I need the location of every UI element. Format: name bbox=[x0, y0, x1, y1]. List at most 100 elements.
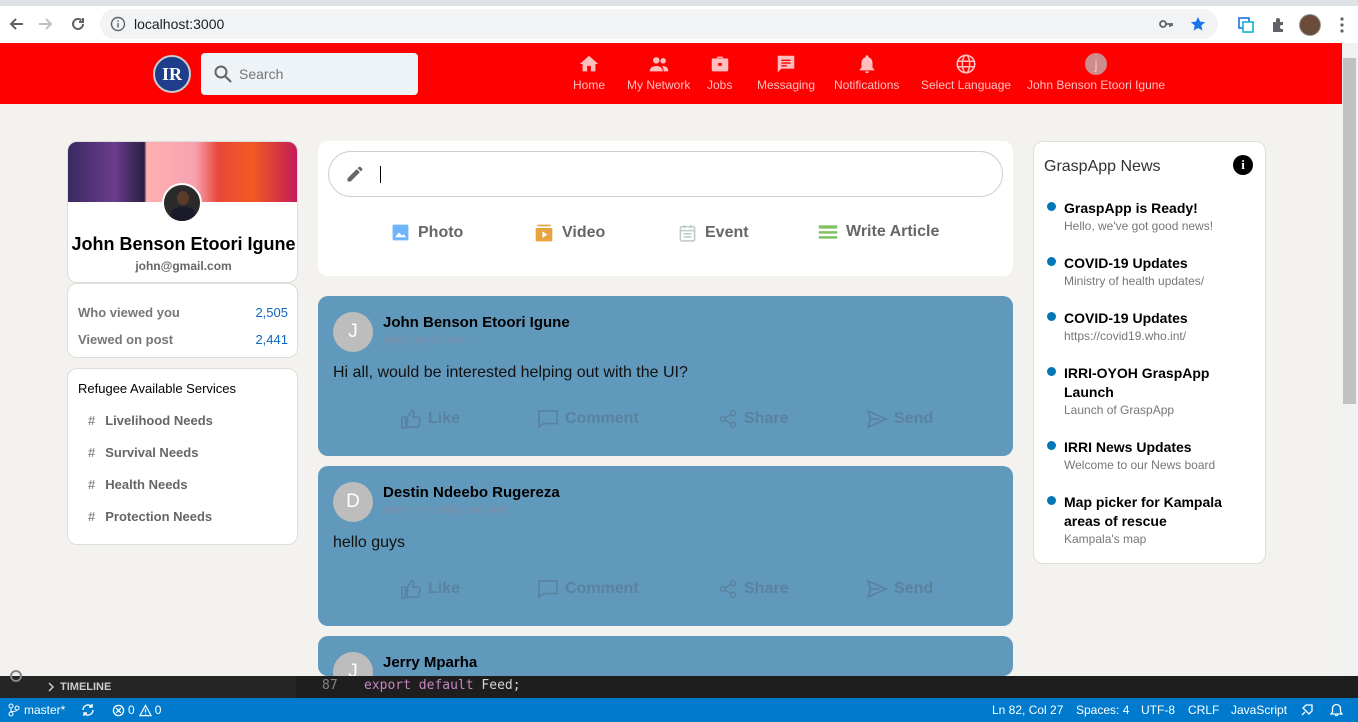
scrollbar-thumb[interactable] bbox=[1343, 58, 1356, 404]
comment-button[interactable]: Comment bbox=[537, 579, 639, 599]
event-option[interactable]: Event bbox=[678, 223, 749, 243]
header-option-home[interactable]: Home bbox=[573, 53, 605, 92]
warning-icon bbox=[138, 703, 152, 716]
header-option-notifications[interactable]: Notifications bbox=[834, 53, 899, 92]
share-icon bbox=[719, 409, 737, 429]
article-heading: COVID-19 Updates bbox=[1064, 310, 1188, 326]
puzzle-icon[interactable] bbox=[1262, 9, 1294, 41]
address-bar[interactable]: localhost:3000 bbox=[100, 9, 1218, 39]
share-icon bbox=[719, 579, 737, 599]
editor-panel: TIMELINE 87 export default Feed; bbox=[0, 670, 1358, 698]
search-input[interactable] bbox=[239, 66, 409, 82]
share-button[interactable]: Share bbox=[718, 409, 788, 429]
header-option-label: My Network bbox=[627, 78, 691, 92]
news-article[interactable]: Map picker for Kampala areas of rescue K… bbox=[1047, 493, 1257, 546]
header-option-label: Messaging bbox=[757, 78, 816, 92]
header-option-jobs[interactable]: Jobs bbox=[707, 53, 732, 92]
post-author[interactable]: Destin Ndeebo Rugereza bbox=[383, 484, 560, 501]
profile-avatar[interactable] bbox=[1294, 9, 1326, 41]
share-button[interactable]: Share bbox=[718, 579, 788, 599]
header-option-messaging[interactable]: Messaging bbox=[757, 53, 815, 92]
post-author[interactable]: Jerry Mparha bbox=[383, 654, 477, 671]
post-card: J John Benson Etoori Igune john@gmail.co… bbox=[318, 296, 1013, 456]
avatar[interactable]: J bbox=[333, 312, 373, 352]
line-ending[interactable]: CRLF bbox=[1188, 703, 1219, 717]
feedback-button[interactable] bbox=[1300, 703, 1314, 717]
bullet-icon bbox=[1047, 496, 1056, 505]
avatar[interactable]: D bbox=[333, 482, 373, 522]
post-message: Hi all, would be interested helping out … bbox=[333, 364, 688, 381]
write-article-option[interactable]: Write Article bbox=[818, 223, 939, 241]
video-option[interactable]: Video bbox=[534, 223, 605, 243]
avatar[interactable] bbox=[162, 183, 202, 223]
post-author[interactable]: John Benson Etoori Igune bbox=[383, 314, 570, 331]
back-button[interactable] bbox=[0, 8, 32, 40]
network-icon bbox=[649, 57, 668, 72]
briefcase-icon bbox=[711, 56, 728, 72]
avatar: j bbox=[1085, 53, 1108, 75]
avatar[interactable]: J bbox=[333, 652, 373, 676]
news-article[interactable]: COVID-19 Updates Ministry of health upda… bbox=[1047, 254, 1257, 288]
extension-translate-icon[interactable] bbox=[1230, 9, 1262, 41]
reload-button[interactable] bbox=[62, 8, 94, 40]
bullet-icon bbox=[1047, 312, 1056, 321]
feedback-icon bbox=[1301, 704, 1313, 716]
key-icon[interactable] bbox=[1158, 16, 1174, 32]
star-icon[interactable] bbox=[1190, 16, 1206, 32]
arrow-left-icon bbox=[9, 18, 23, 30]
forward-button[interactable] bbox=[30, 8, 62, 40]
stat-row[interactable]: Who viewed you 2,505 bbox=[78, 305, 288, 320]
news-article[interactable]: IRRI-OYOH GraspApp Launch Launch of Gras… bbox=[1047, 364, 1257, 417]
photo-option[interactable]: Photo bbox=[391, 223, 463, 242]
language-mode[interactable]: JavaScript bbox=[1231, 703, 1287, 717]
post-text-input[interactable] bbox=[379, 165, 979, 183]
notifications-button[interactable] bbox=[1330, 703, 1343, 717]
comment-button[interactable]: Comment bbox=[537, 409, 639, 429]
indentation[interactable]: Spaces: 4 bbox=[1076, 703, 1129, 717]
header-option-profile[interactable]: j John Benson Etoori Igune bbox=[1027, 53, 1165, 92]
like-button[interactable]: Like bbox=[400, 409, 460, 429]
news-article[interactable]: GraspApp is Ready! Hello, we've got good… bbox=[1047, 199, 1257, 233]
logo[interactable]: IR bbox=[153, 55, 191, 93]
header-search[interactable] bbox=[201, 53, 418, 95]
news-article[interactable]: COVID-19 Updates https://covid19.who.int… bbox=[1047, 309, 1257, 343]
header-option-network[interactable]: My Network bbox=[627, 53, 690, 92]
article-subtitle: Welcome to our News board bbox=[1064, 458, 1216, 472]
header-option-label: Jobs bbox=[707, 78, 733, 92]
problems-indicator[interactable]: 0 0 bbox=[112, 703, 161, 717]
hash-icon: # bbox=[88, 445, 96, 460]
article-subtitle: Ministry of health updates/ bbox=[1064, 274, 1205, 288]
code-line[interactable]: export default Feed; bbox=[364, 678, 521, 693]
stat-value: 2,505 bbox=[255, 305, 288, 320]
encoding[interactable]: UTF-8 bbox=[1141, 703, 1175, 717]
like-button[interactable]: Like bbox=[400, 579, 460, 599]
service-item[interactable]: # Health Needs bbox=[88, 477, 188, 492]
info-circle-icon[interactable] bbox=[110, 16, 126, 32]
stat-row[interactable]: Viewed on post 2,441 bbox=[78, 332, 288, 347]
kebab-menu-icon[interactable] bbox=[1326, 9, 1358, 41]
post-input[interactable] bbox=[328, 151, 1003, 197]
service-label: Survival Needs bbox=[105, 445, 199, 460]
article-heading: COVID-19 Updates bbox=[1064, 255, 1188, 271]
header-option-language[interactable]: Select Language bbox=[921, 53, 1011, 92]
article-subtitle: https://covid19.who.int/ bbox=[1064, 329, 1187, 343]
service-item[interactable]: # Livelihood Needs bbox=[88, 413, 213, 428]
explorer-pane: TIMELINE bbox=[0, 670, 296, 698]
action-label: Comment bbox=[565, 410, 639, 427]
logo-text: IR bbox=[161, 63, 182, 84]
send-button[interactable]: Send bbox=[866, 409, 933, 429]
stat-label: Viewed on post bbox=[78, 332, 174, 347]
reload-icon bbox=[72, 17, 84, 30]
article-subtitle: Launch of GraspApp bbox=[1064, 403, 1175, 417]
service-item[interactable]: # Protection Needs bbox=[88, 509, 212, 524]
cursor-position[interactable]: Ln 82, Col 27 bbox=[992, 703, 1063, 717]
send-button[interactable]: Send bbox=[866, 579, 933, 599]
info-icon[interactable]: i bbox=[1233, 155, 1253, 175]
news-article[interactable]: IRRI News Updates Welcome to our News bo… bbox=[1047, 438, 1257, 472]
branch-indicator[interactable]: master* bbox=[8, 703, 65, 717]
service-label: Protection Needs bbox=[105, 509, 213, 524]
service-item[interactable]: # Survival Needs bbox=[88, 445, 198, 460]
sync-button[interactable] bbox=[81, 703, 95, 717]
timeline-section[interactable]: TIMELINE bbox=[46, 681, 111, 693]
gear-icon[interactable] bbox=[8, 668, 24, 684]
